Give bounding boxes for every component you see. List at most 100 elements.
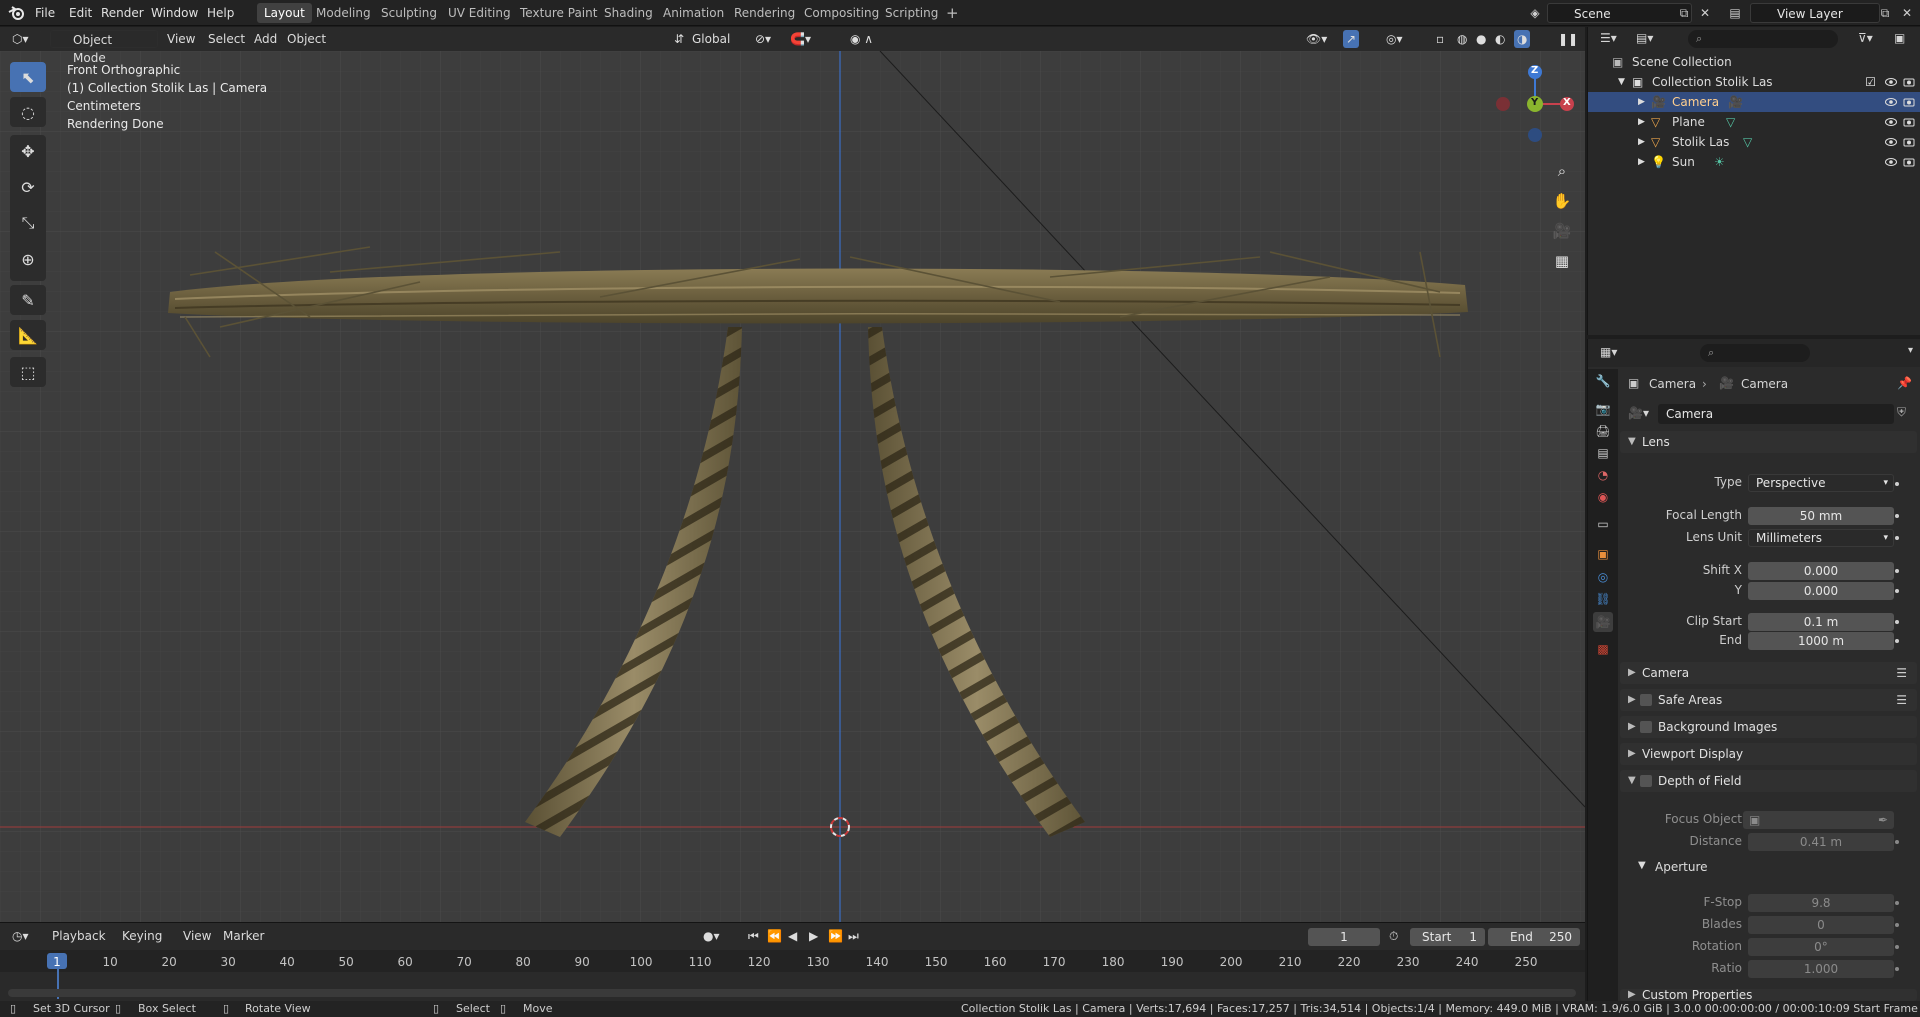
render-camera-icon[interactable]	[1903, 96, 1915, 108]
viewport-canvas[interactable]	[0, 27, 1585, 922]
menu-window[interactable]: Window	[151, 6, 198, 20]
mesh-data-icon[interactable]: ▽	[1743, 132, 1752, 152]
eye-icon[interactable]	[1885, 136, 1897, 148]
presets-list-icon[interactable]: ☰	[1896, 689, 1907, 711]
options-chevron-icon[interactable]: ▾	[1908, 345, 1913, 356]
scene-icon[interactable]: ◈	[1527, 5, 1543, 21]
menu-select[interactable]: Select	[208, 30, 245, 48]
expand-down-icon[interactable]: ▼	[1618, 72, 1625, 92]
view-layer-tab-icon[interactable]: ▤	[1593, 443, 1613, 463]
add-workspace-icon[interactable]: +	[946, 4, 959, 22]
camera-data-tab-icon[interactable]: 🎥	[1593, 612, 1613, 632]
play-icon[interactable]: ▶	[809, 929, 818, 943]
panel-lens[interactable]: ▼ Lens	[1620, 431, 1917, 453]
transform-tool-icon[interactable]: ⊕	[10, 244, 46, 274]
visibility-icon[interactable]: 👁▾	[1306, 30, 1327, 48]
xray-icon[interactable]: ▫	[1436, 30, 1444, 48]
keyframe-dot[interactable]	[1895, 620, 1899, 624]
expand-right-icon[interactable]: ▶	[1638, 132, 1645, 152]
new-collection-icon[interactable]: ▣	[1894, 31, 1905, 45]
jump-keyframe-forward-icon[interactable]: ⏩	[828, 929, 843, 943]
expand-right-icon[interactable]: ▶	[1638, 92, 1645, 112]
view-layer-selector[interactable]: View Layer	[1750, 3, 1880, 23]
menu-playback[interactable]: Playback	[52, 929, 106, 943]
focal-length-field[interactable]: 50 mm	[1748, 507, 1894, 525]
outliner-editor-type-icon[interactable]: ☰▾	[1600, 31, 1617, 45]
3d-viewport[interactable]: ⬡▾ Object Mode View Select Add Object ⇵ …	[0, 27, 1585, 922]
outliner-row-collection[interactable]: ▼ ▣ Collection Stolik Las ☑	[1588, 72, 1920, 92]
shading-solid-icon[interactable]: ●	[1476, 30, 1486, 48]
exclude-checkbox-icon[interactable]: ☑	[1865, 72, 1876, 92]
transform-orientation-icon[interactable]: ⇵	[674, 30, 684, 48]
fake-user-shield-icon[interactable]: ⛨	[1897, 405, 1906, 420]
eye-icon[interactable]	[1885, 156, 1897, 168]
camera-data-icon[interactable]: 🎥	[1728, 92, 1743, 112]
outliner-row-plane[interactable]: ▶ ▽ Plane ▽	[1588, 112, 1920, 132]
new-scene-icon[interactable]: ⧉	[1676, 5, 1692, 21]
blades-field[interactable]: 0	[1748, 916, 1894, 934]
annotate-tool-icon[interactable]: ✎	[10, 285, 46, 315]
end-frame-field[interactable]: End 250	[1488, 928, 1580, 946]
display-mode-icon[interactable]: ▤▾	[1636, 31, 1653, 45]
shading-rendered-icon[interactable]: ◑	[1514, 30, 1531, 48]
ratio-field[interactable]: 1.000	[1748, 960, 1894, 978]
shading-material-icon[interactable]: ◐	[1495, 30, 1505, 48]
keyframe-dot[interactable]	[1895, 514, 1899, 518]
output-tab-icon[interactable]: 🖨	[1593, 421, 1613, 441]
tab-shading[interactable]: Shading	[597, 3, 660, 23]
transform-orientation-selector[interactable]: Global	[692, 30, 730, 48]
record-keyframe-icon[interactable]: ●▾	[703, 929, 720, 943]
shift-y-field[interactable]: 0.000	[1748, 582, 1894, 600]
start-frame-field[interactable]: Start 1	[1410, 928, 1485, 946]
pin-icon[interactable]: 📌	[1897, 376, 1912, 390]
outliner-row-camera[interactable]: ▶ 🎥 Camera 🎥	[1588, 92, 1920, 112]
current-frame-field[interactable]: 1	[1308, 928, 1380, 946]
overlay-toggle-icon[interactable]: ◎▾	[1386, 30, 1403, 48]
outliner-row-sun[interactable]: ▶ 💡 Sun ☀	[1588, 152, 1920, 172]
tool-tab-icon[interactable]: 🔧	[1593, 371, 1613, 391]
blender-logo-icon[interactable]	[8, 4, 26, 22]
mode-selector[interactable]: Object Mode	[50, 30, 158, 65]
cursor-tool-icon[interactable]: ◌	[10, 97, 46, 127]
menu-add[interactable]: Add	[254, 30, 277, 48]
tab-texture-paint[interactable]: Texture Paint	[513, 3, 604, 23]
datablock-name-field[interactable]: Camera	[1658, 404, 1894, 424]
keyframe-dot[interactable]	[1895, 923, 1899, 927]
keyframe-dot[interactable]	[1895, 945, 1899, 949]
render-camera-icon[interactable]	[1903, 76, 1915, 88]
panel-depth-of-field[interactable]: ▼ Depth of Field	[1620, 770, 1917, 792]
constraints-tab-icon[interactable]: ⛓	[1593, 589, 1613, 609]
lens-unit-dropdown[interactable]: Millimeters ▾	[1748, 529, 1894, 547]
filter-icon[interactable]: ⊽▾	[1858, 31, 1873, 45]
eyedropper-icon[interactable]: ✒	[1878, 811, 1888, 829]
snap-icon[interactable]: 🧲▾	[790, 30, 811, 48]
subpanel-aperture[interactable]: ▼ Aperture	[1628, 857, 1917, 877]
orthographic-grid-icon[interactable]: ▦	[1548, 247, 1576, 275]
jump-end-icon[interactable]: ⏭	[848, 929, 859, 944]
eye-icon[interactable]	[1885, 96, 1897, 108]
world-tab-icon[interactable]: ◉	[1593, 487, 1613, 507]
play-reverse-icon[interactable]: ◀	[788, 929, 797, 943]
tab-compositing[interactable]: Compositing	[797, 3, 886, 23]
tab-rendering[interactable]: Rendering	[727, 3, 802, 23]
add-cube-tool-icon[interactable]: ⬚	[10, 357, 46, 387]
jump-start-icon[interactable]: ⏮	[748, 929, 759, 944]
keyframe-dot[interactable]	[1895, 482, 1899, 486]
expand-right-icon[interactable]: ▶	[1638, 152, 1645, 172]
object-tab-icon[interactable]: ▣	[1593, 544, 1613, 564]
tab-scripting[interactable]: Scripting	[878, 3, 945, 23]
select-box-tool-icon[interactable]: ⬉	[10, 62, 46, 92]
keyframe-dot[interactable]	[1895, 967, 1899, 971]
view-layer-icon[interactable]: ▤	[1727, 5, 1743, 21]
pan-hand-icon[interactable]: ✋	[1548, 187, 1576, 215]
menu-marker[interactable]: Marker	[223, 929, 264, 943]
tab-sculpting[interactable]: Sculpting	[374, 3, 444, 23]
keyframe-dot[interactable]	[1895, 639, 1899, 643]
expand-right-icon[interactable]: ▶	[1638, 112, 1645, 132]
panel-safe-areas[interactable]: ▶ Safe Areas ☰	[1620, 689, 1917, 711]
depth-of-field-checkbox[interactable]	[1640, 775, 1652, 787]
safe-areas-checkbox[interactable]	[1640, 694, 1652, 706]
clip-end-field[interactable]: 1000 m	[1748, 632, 1894, 650]
menu-object[interactable]: Object	[287, 30, 326, 48]
properties-editor-type-icon[interactable]: ▦▾	[1600, 345, 1617, 359]
